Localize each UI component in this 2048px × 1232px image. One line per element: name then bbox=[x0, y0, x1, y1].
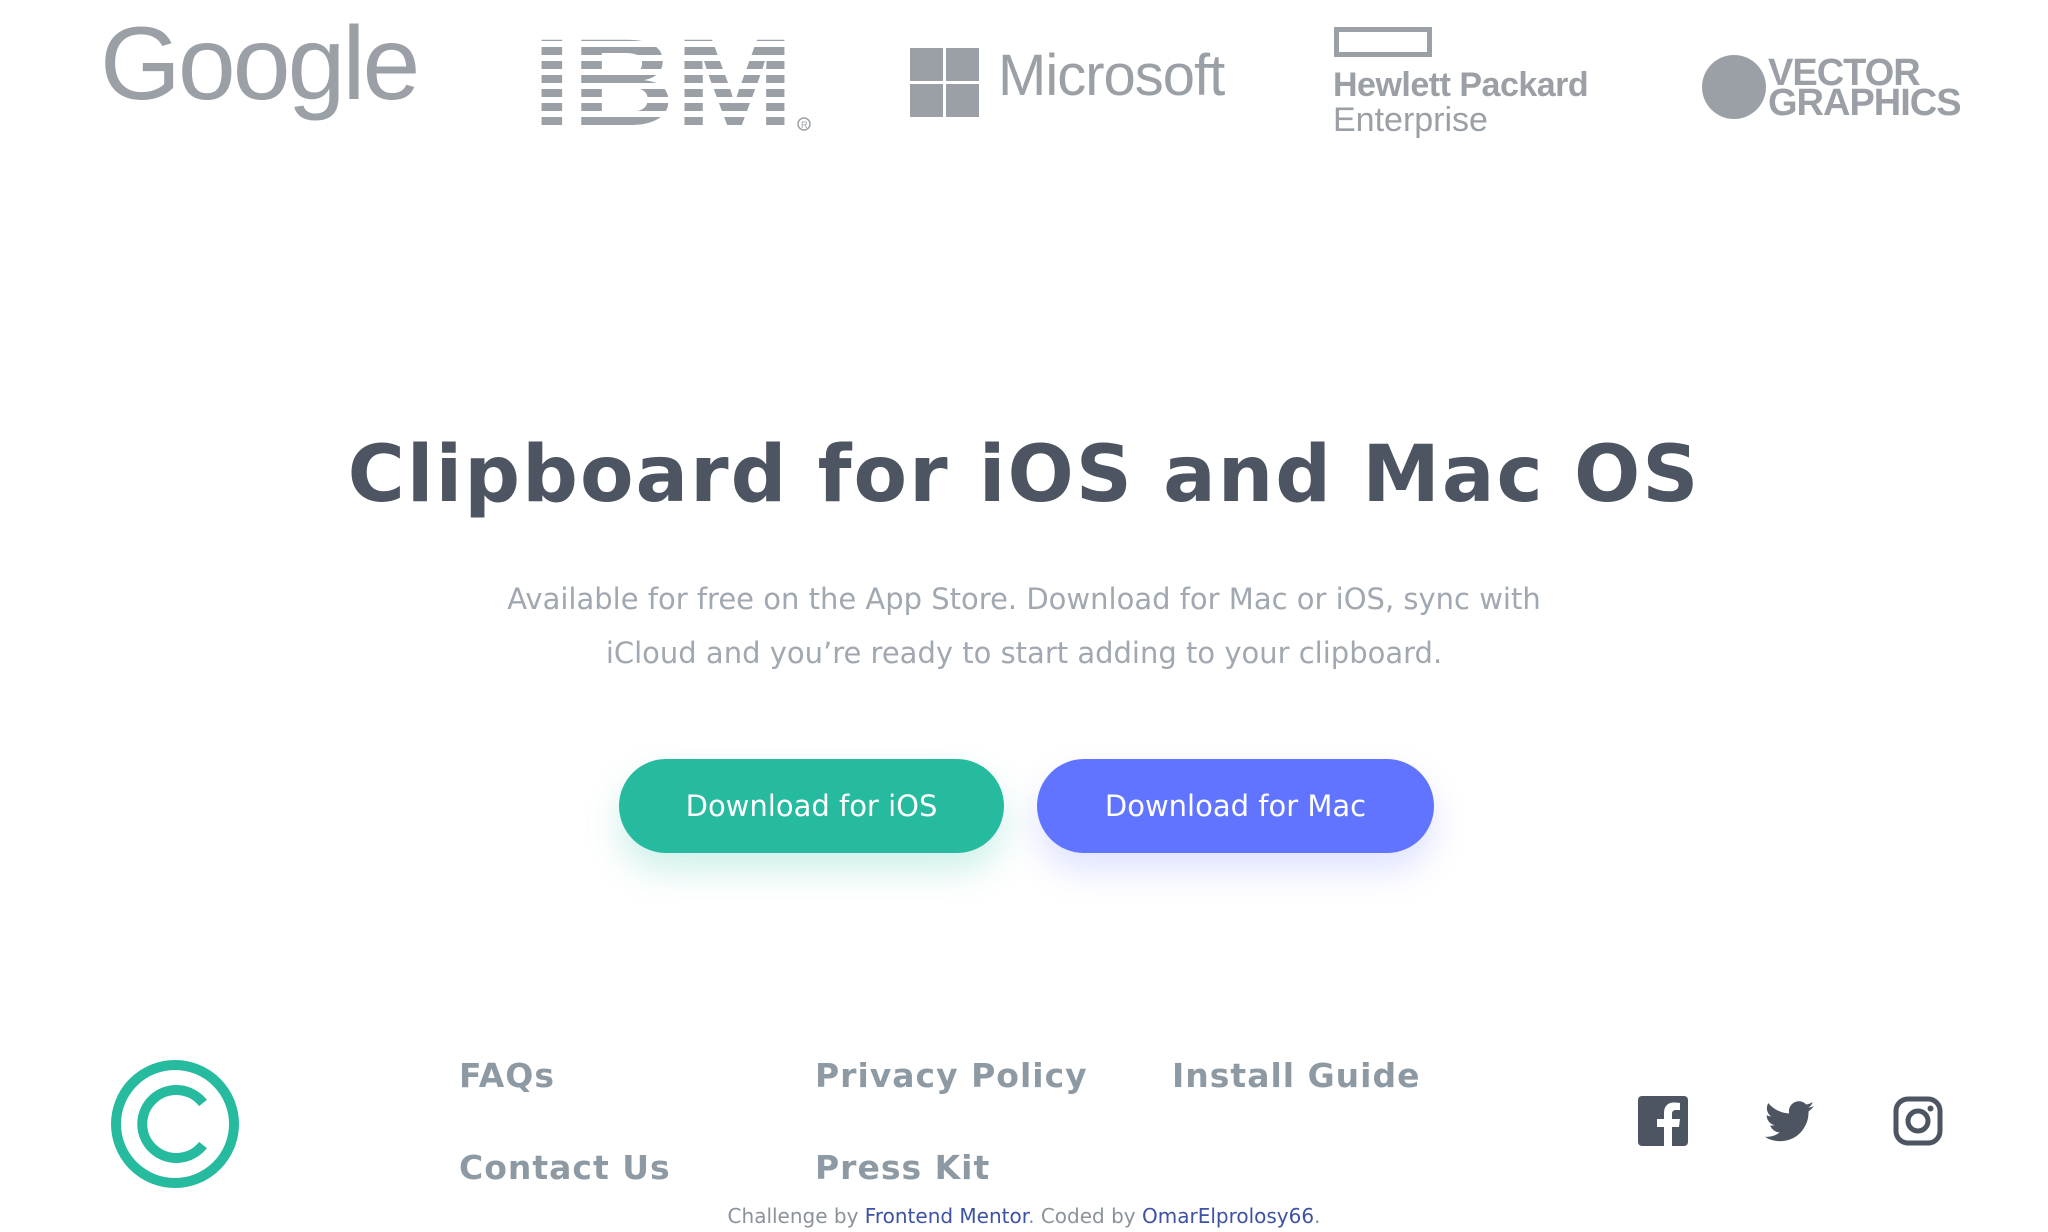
attribution: Challenge by Frontend Mentor. Coded by O… bbox=[0, 1204, 2048, 1228]
download-mac-button[interactable]: Download for Mac bbox=[1037, 759, 1434, 853]
attribution-prefix: Challenge by bbox=[727, 1204, 865, 1228]
hpe-logo-line1: Hewlett Packard bbox=[1333, 66, 1589, 104]
footer-link-install-guide[interactable]: Install Guide bbox=[1172, 1056, 1420, 1095]
download-ios-label: Download for iOS bbox=[685, 789, 938, 823]
microsoft-logo-text: Microsoft bbox=[998, 43, 1225, 108]
frontend-mentor-link[interactable]: Frontend Mentor bbox=[865, 1204, 1028, 1228]
google-logo: Google bbox=[100, 6, 420, 122]
cta-description: Available for free on the App Store. Dow… bbox=[507, 582, 1541, 670]
svg-text:R: R bbox=[801, 120, 808, 130]
attribution-middle: . Coded by bbox=[1028, 1204, 1142, 1228]
hewlett-packard-enterprise-logo: Hewlett Packard Enterprise bbox=[1333, 27, 1623, 140]
attribution-suffix: . bbox=[1314, 1204, 1321, 1228]
footer-link-faqs[interactable]: FAQs bbox=[459, 1056, 555, 1095]
instagram-icon[interactable] bbox=[1893, 1096, 1943, 1146]
hpe-logo-line2: Enterprise bbox=[1333, 101, 1488, 139]
vector-logo-line2: GRAPHICS bbox=[1768, 82, 1962, 124]
footer-link-contact-us[interactable]: Contact Us bbox=[459, 1148, 671, 1187]
vector-circle-icon bbox=[1702, 55, 1766, 119]
author-link[interactable]: OmarElprolosy66 bbox=[1142, 1204, 1314, 1228]
download-mac-label: Download for Mac bbox=[1104, 789, 1367, 823]
clipboard-logo-icon[interactable] bbox=[110, 1059, 240, 1189]
footer-link-press-kit[interactable]: Press Kit bbox=[815, 1148, 990, 1187]
download-ios-button[interactable]: Download for iOS bbox=[619, 759, 1004, 853]
cta-heading: Clipboard for iOS and Mac OS bbox=[347, 430, 1701, 520]
facebook-icon[interactable] bbox=[1638, 1096, 1688, 1146]
footer-link-privacy-policy[interactable]: Privacy Policy bbox=[815, 1056, 1088, 1095]
microsoft-squares-icon bbox=[910, 48, 979, 117]
vector-graphics-logo: VECTOR GRAPHICS bbox=[1702, 50, 1962, 130]
microsoft-logo: Microsoft bbox=[910, 43, 1225, 122]
hpe-rectangle-icon bbox=[1334, 27, 1432, 57]
ibm-logo: IBM R bbox=[532, 14, 812, 152]
twitter-icon[interactable] bbox=[1764, 1096, 1815, 1146]
partner-logos: Google IBM R Microsoft Hewlett Packard E… bbox=[0, 0, 2048, 152]
ibm-logo-text: IBM bbox=[532, 33, 794, 133]
